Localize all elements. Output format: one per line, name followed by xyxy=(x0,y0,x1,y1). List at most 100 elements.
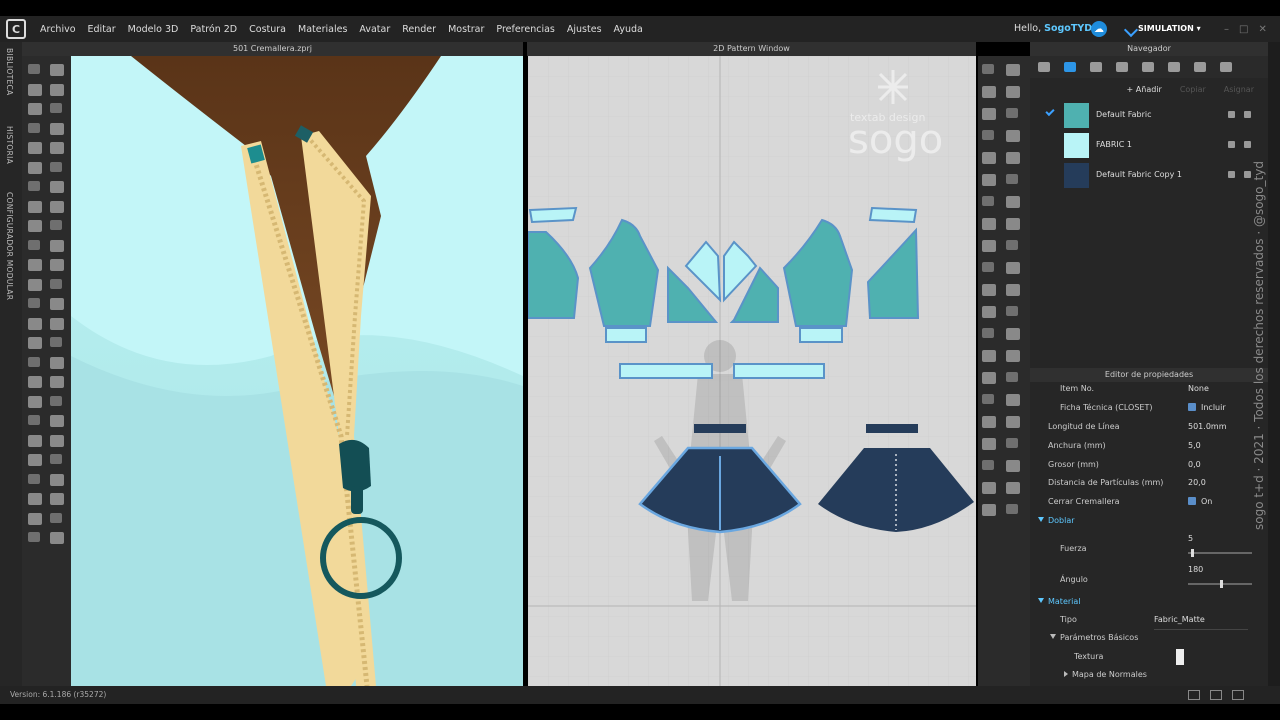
tool-icon[interactable] xyxy=(28,83,42,96)
tool-icon[interactable] xyxy=(50,200,64,213)
tool-icon[interactable] xyxy=(982,240,996,252)
copy-icon[interactable] xyxy=(1228,171,1235,178)
tool-icon[interactable] xyxy=(50,337,62,347)
tool-icon[interactable] xyxy=(50,278,62,289)
tool-icon[interactable] xyxy=(982,460,994,470)
tool-icon[interactable] xyxy=(982,196,994,206)
menu-item[interactable]: Materiales xyxy=(292,24,353,35)
tool-icon[interactable] xyxy=(982,218,996,230)
tool-icon[interactable] xyxy=(1006,152,1020,164)
tool-icon[interactable] xyxy=(1006,284,1020,296)
tool-icon[interactable] xyxy=(28,161,42,174)
tool-icon[interactable] xyxy=(50,434,64,447)
tool-icon[interactable] xyxy=(50,83,64,96)
tool-icon[interactable] xyxy=(1006,108,1018,118)
cerrar-checkbox[interactable]: On xyxy=(1188,493,1212,511)
tab-configurador[interactable]: CONFIGURADOR MODULAR xyxy=(5,192,14,300)
tool-icon[interactable] xyxy=(50,220,62,230)
tool-icon[interactable] xyxy=(28,376,42,388)
tool-icon[interactable] xyxy=(982,152,996,164)
tool-icon[interactable] xyxy=(50,415,64,427)
tool-icon[interactable] xyxy=(1006,306,1018,316)
layout-single-icon[interactable] xyxy=(1188,690,1200,700)
prop-value[interactable]: 0,0 xyxy=(1188,456,1201,474)
tool-icon[interactable] xyxy=(28,278,42,291)
cloud-icon[interactable]: ☁ xyxy=(1091,21,1107,37)
viewport-2d[interactable]: textab design sogo xyxy=(528,56,976,686)
copy-icon[interactable] xyxy=(1228,141,1235,148)
checkbox-icon[interactable] xyxy=(1188,403,1196,411)
tool-icon[interactable] xyxy=(28,103,42,115)
fabric-swatch[interactable] xyxy=(1064,103,1089,128)
pattern-piece[interactable] xyxy=(733,363,825,379)
delete-icon[interactable] xyxy=(1244,111,1251,118)
menu-item[interactable]: Preferencias xyxy=(490,24,561,35)
prop-value[interactable]: 180 xyxy=(1188,561,1203,579)
tool-icon[interactable] xyxy=(1006,130,1020,142)
assign-fabric-button[interactable]: Asignar xyxy=(1224,85,1254,94)
menu-item[interactable]: Costura xyxy=(243,24,292,35)
user-name[interactable]: SogoTYD xyxy=(1044,23,1092,34)
fuerza-slider[interactable] xyxy=(1188,549,1252,557)
tool-icon[interactable] xyxy=(1006,416,1020,428)
layout-split-icon[interactable] xyxy=(1210,690,1222,700)
tool-icon[interactable] xyxy=(28,122,40,133)
tool-icon[interactable] xyxy=(982,262,994,272)
tool-icon[interactable] xyxy=(982,350,996,362)
tool-icon[interactable] xyxy=(28,142,42,154)
prop-value[interactable]: None xyxy=(1188,380,1209,398)
menu-item[interactable]: Mostrar xyxy=(442,24,490,35)
tool-icon[interactable] xyxy=(982,64,994,74)
tool-icon[interactable] xyxy=(50,493,64,505)
prop-value[interactable]: 20,0 xyxy=(1188,474,1206,492)
tool-icon[interactable] xyxy=(50,122,64,135)
tool-icon[interactable] xyxy=(1006,240,1018,250)
menu-item[interactable]: Editar xyxy=(82,24,122,35)
pattern-piece[interactable] xyxy=(528,206,578,224)
maximize-icon[interactable]: □ xyxy=(1239,24,1248,35)
menu-item[interactable]: Ajustes xyxy=(561,24,608,35)
prop-value[interactable]: 5 xyxy=(1188,530,1193,548)
add-fabric-button[interactable]: + Añadir xyxy=(1127,85,1162,94)
tool-icon[interactable] xyxy=(28,337,42,349)
fabric-swatch[interactable] xyxy=(1064,163,1089,188)
checkbox-icon[interactable] xyxy=(1188,497,1196,505)
viewport-3d[interactable] xyxy=(71,56,523,686)
tool-icon[interactable] xyxy=(982,328,994,338)
menu-item[interactable]: Render xyxy=(396,24,442,35)
tool-icon[interactable] xyxy=(1006,174,1018,184)
tool-icon[interactable] xyxy=(1006,64,1020,76)
zipper-pull-tab[interactable] xyxy=(351,486,363,514)
scrollbar[interactable] xyxy=(1268,42,1280,686)
tool-icon[interactable] xyxy=(1006,218,1020,230)
simulation-mode-button[interactable]: SIMULATION ▾ xyxy=(1122,19,1212,39)
menu-item[interactable]: Patrón 2D xyxy=(184,24,243,35)
slider-handle[interactable] xyxy=(1191,549,1195,557)
tool-icon[interactable] xyxy=(1006,328,1020,340)
tool-icon[interactable] xyxy=(982,438,996,450)
tool-icon[interactable] xyxy=(1006,482,1020,494)
tool-icon[interactable] xyxy=(28,259,42,271)
fabric-row[interactable]: Default Fabric Copy 1 xyxy=(1030,160,1268,190)
pattern-piece[interactable] xyxy=(619,363,713,379)
fabric-swatch[interactable] xyxy=(1064,133,1089,158)
menu-item[interactable]: Ayuda xyxy=(608,24,649,35)
tool-icon[interactable] xyxy=(982,108,996,120)
tool-icon[interactable] xyxy=(982,86,996,98)
fabric-row[interactable]: Default Fabric xyxy=(1030,100,1268,130)
texture-swatch[interactable] xyxy=(1176,649,1184,665)
tool-icon[interactable] xyxy=(50,161,62,172)
menu-item[interactable]: Avatar xyxy=(353,24,396,35)
tool-icon[interactable] xyxy=(982,174,996,186)
tool-icon[interactable] xyxy=(982,416,996,428)
tool-icon[interactable] xyxy=(982,284,996,296)
tool-icon[interactable] xyxy=(50,142,64,154)
prop-value[interactable]: 5,0 xyxy=(1188,437,1201,455)
tab-biblioteca[interactable]: BIBLIOTECA xyxy=(5,48,14,95)
tool-icon[interactable] xyxy=(28,200,42,213)
tool-icon[interactable] xyxy=(50,64,64,76)
slider-handle[interactable] xyxy=(1220,580,1223,588)
tool-icon[interactable] xyxy=(982,372,996,384)
tool-icon[interactable] xyxy=(28,239,40,250)
pattern-piece[interactable] xyxy=(868,206,918,224)
